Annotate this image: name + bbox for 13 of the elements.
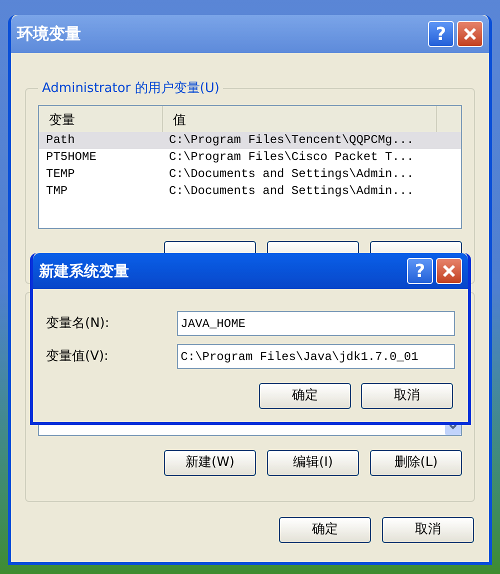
variable-value: C:\Program Files\Cisco Packet T...: [168, 149, 414, 166]
field-label: 变量值(V):: [46, 348, 110, 366]
variable-name: Path: [45, 132, 76, 149]
variable-name: PT5HOME: [45, 149, 98, 166]
dialog-title: 新建系统变量: [39, 260, 129, 282]
variable-value: C:\Program Files\Tencent\QQPCMg...: [168, 132, 414, 149]
variable-value: C:\Documents and Settings\Admin...: [168, 166, 414, 183]
field-label: 变量名(N):: [46, 314, 110, 333]
variable-name: TMP: [45, 183, 69, 200]
window-title: 环境变量: [17, 23, 81, 45]
group-label: Administrator 的用户变量(U): [41, 80, 220, 98]
variable-name: TEMP: [45, 166, 76, 183]
variable-value: C:\Documents and Settings\Admin...: [168, 183, 414, 200]
